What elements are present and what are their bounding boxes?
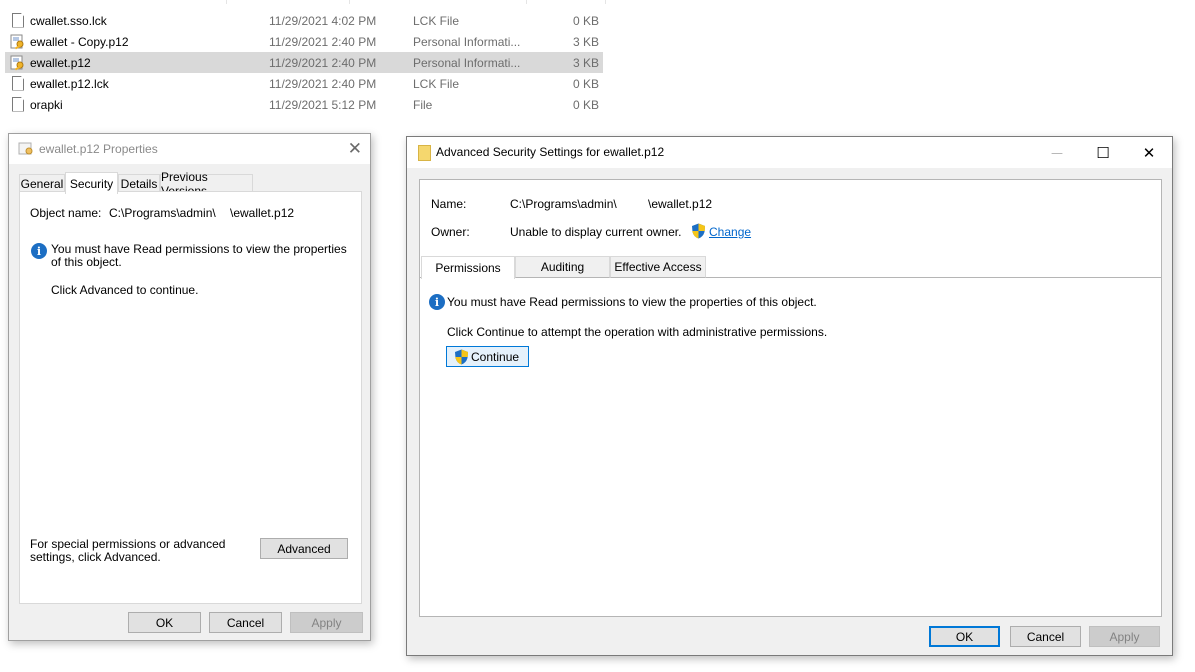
- document-icon: [10, 12, 26, 29]
- column-divider: [349, 0, 350, 4]
- apply-button[interactable]: Apply: [290, 612, 363, 633]
- uac-shield-icon: [692, 223, 705, 239]
- certificate-icon: [10, 55, 26, 71]
- advanced-button[interactable]: Advanced: [260, 538, 348, 559]
- advanced-security-dialog: Advanced Security Settings for ewallet.p…: [406, 136, 1173, 656]
- change-owner-link[interactable]: Change: [709, 225, 751, 239]
- certificate-icon: [10, 34, 26, 50]
- file-date: 11/29/2021 2:40 PM: [269, 76, 377, 91]
- cancel-button[interactable]: Cancel: [1010, 626, 1081, 647]
- file-name: orapki: [30, 97, 63, 112]
- properties-dialog: ewallet.p12 Properties ✕ General Securit…: [8, 133, 371, 641]
- folder-icon: [418, 145, 431, 161]
- info-icon: i: [31, 243, 47, 259]
- continue-label: Continue: [471, 349, 520, 364]
- cancel-button[interactable]: Cancel: [209, 612, 282, 633]
- file-date: 11/29/2021 5:12 PM: [269, 97, 377, 112]
- instruction-text: Click Advanced to continue.: [51, 283, 199, 297]
- close-button[interactable]: ✕: [1126, 137, 1172, 168]
- document-icon: [10, 75, 26, 92]
- file-size: 3 KB: [572, 55, 599, 70]
- name-value-start: C:\Programs\admin\: [510, 197, 617, 211]
- document-icon: [10, 96, 26, 113]
- file-type: Personal Informati...: [413, 34, 521, 49]
- owner-label: Owner:: [431, 225, 470, 239]
- column-divider: [226, 0, 227, 4]
- tab-effective-access[interactable]: Effective Access: [610, 256, 706, 278]
- file-size: 3 KB: [572, 34, 599, 49]
- certificate-icon: [18, 142, 33, 155]
- file-type: LCK File: [413, 76, 460, 91]
- file-type: LCK File: [413, 13, 460, 28]
- column-divider: [526, 0, 527, 4]
- column-divider: [605, 0, 606, 4]
- ok-button[interactable]: OK: [128, 612, 201, 633]
- file-row-ewallet-copy-p12[interactable]: ewallet - Copy.p12 11/29/2021 2:40 PM Pe…: [5, 31, 603, 52]
- minimize-button[interactable]: —: [1034, 137, 1080, 168]
- instruction-text: Click Continue to attempt the operation …: [447, 325, 828, 339]
- advanced-hint: For special permissions or advanced sett…: [30, 537, 226, 564]
- file-date: 11/29/2021 4:02 PM: [269, 13, 377, 28]
- name-value-end: \ewallet.p12: [648, 197, 713, 211]
- info-message: You must have Read permissions to view t…: [51, 242, 347, 269]
- tab-security[interactable]: Security: [65, 172, 118, 194]
- uac-shield-icon: [455, 349, 468, 364]
- file-row-ewallet-p12-lck[interactable]: ewallet.p12.lck 11/29/2021 2:40 PM LCK F…: [5, 73, 603, 94]
- owner-value: Unable to display current owner.: [510, 225, 682, 239]
- info-message: You must have Read permissions to view t…: [447, 295, 817, 309]
- file-row-ewallet-p12[interactable]: ewallet.p12 11/29/2021 2:40 PM Personal …: [5, 52, 603, 73]
- close-button[interactable]: ✕: [348, 139, 362, 159]
- apply-button[interactable]: Apply: [1089, 626, 1160, 647]
- object-name-path-start: C:\Programs\admin\: [109, 206, 216, 220]
- security-panel: Object name: C:\Programs\admin\ \ewallet…: [19, 191, 362, 604]
- title-bar[interactable]: ewallet.p12 Properties ✕: [9, 134, 370, 164]
- file-name: cwallet.sso.lck: [30, 13, 107, 28]
- file-list: cwallet.sso.lck 11/29/2021 4:02 PM LCK F…: [0, 0, 610, 120]
- file-row-orapki[interactable]: orapki 11/29/2021 5:12 PM File 0 KB: [5, 94, 603, 115]
- continue-button[interactable]: Continue: [446, 346, 529, 367]
- file-name: ewallet.p12.lck: [30, 76, 109, 91]
- file-size: 0 KB: [572, 13, 599, 28]
- file-date: 11/29/2021 2:40 PM: [269, 55, 377, 70]
- info-icon: i: [429, 294, 445, 310]
- object-name-path-end: \ewallet.p12: [230, 206, 295, 220]
- file-size: 0 KB: [572, 97, 599, 112]
- title-bar[interactable]: Advanced Security Settings for ewallet.p…: [407, 137, 1172, 168]
- tab-permissions[interactable]: Permissions: [421, 256, 515, 279]
- file-name: ewallet - Copy.p12: [30, 34, 129, 49]
- file-name: ewallet.p12: [30, 55, 91, 70]
- object-name-label: Object name:: [30, 206, 102, 220]
- content-panel: Name: C:\Programs\admin\ \ewallet.p12 Ow…: [419, 179, 1162, 617]
- file-size: 0 KB: [572, 76, 599, 91]
- file-type: File: [413, 97, 433, 112]
- tab-auditing[interactable]: Auditing: [515, 256, 610, 278]
- maximize-button[interactable]: ☐: [1080, 137, 1126, 168]
- dialog-title: ewallet.p12 Properties: [39, 142, 158, 156]
- file-row-cwallet-sso-lck[interactable]: cwallet.sso.lck 11/29/2021 4:02 PM LCK F…: [5, 10, 603, 31]
- file-date: 11/29/2021 2:40 PM: [269, 34, 377, 49]
- ok-button[interactable]: OK: [929, 626, 1000, 647]
- dialog-title: Advanced Security Settings for ewallet.p…: [436, 145, 665, 159]
- name-label: Name:: [431, 197, 467, 211]
- file-type: Personal Informati...: [413, 55, 521, 70]
